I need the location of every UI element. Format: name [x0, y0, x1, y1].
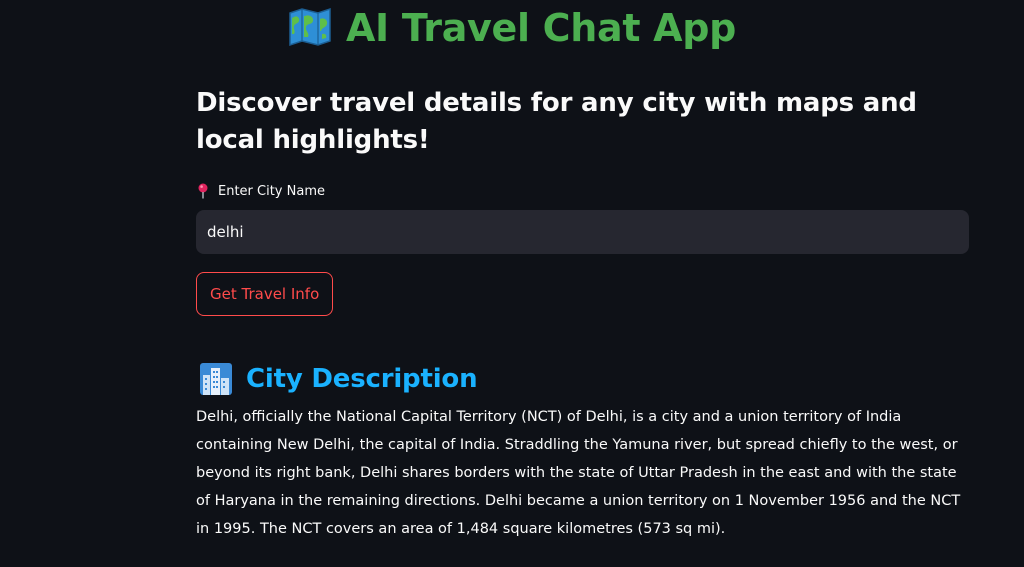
main-content: Discover travel details for any city wit…	[196, 85, 969, 543]
app-title: AI Travel Chat App	[0, 6, 1024, 56]
city-description-heading: City Description	[196, 361, 969, 397]
get-travel-info-button[interactable]: Get Travel Info	[196, 272, 334, 316]
world-map-icon	[288, 7, 332, 56]
city-name-input[interactable]	[196, 210, 969, 254]
city-description-title: City Description	[246, 364, 478, 394]
city-field-label-text: Enter City Name	[218, 183, 325, 199]
city-description-text: Delhi, officially the National Capital T…	[196, 409, 961, 537]
app-title-text: AI Travel Chat App	[345, 6, 737, 50]
page-subtitle: Discover travel details for any city wit…	[196, 88, 917, 155]
city-field-label: Enter City Name	[196, 182, 969, 200]
cityscape-icon	[200, 363, 232, 395]
round-pushpin-icon	[196, 183, 210, 199]
